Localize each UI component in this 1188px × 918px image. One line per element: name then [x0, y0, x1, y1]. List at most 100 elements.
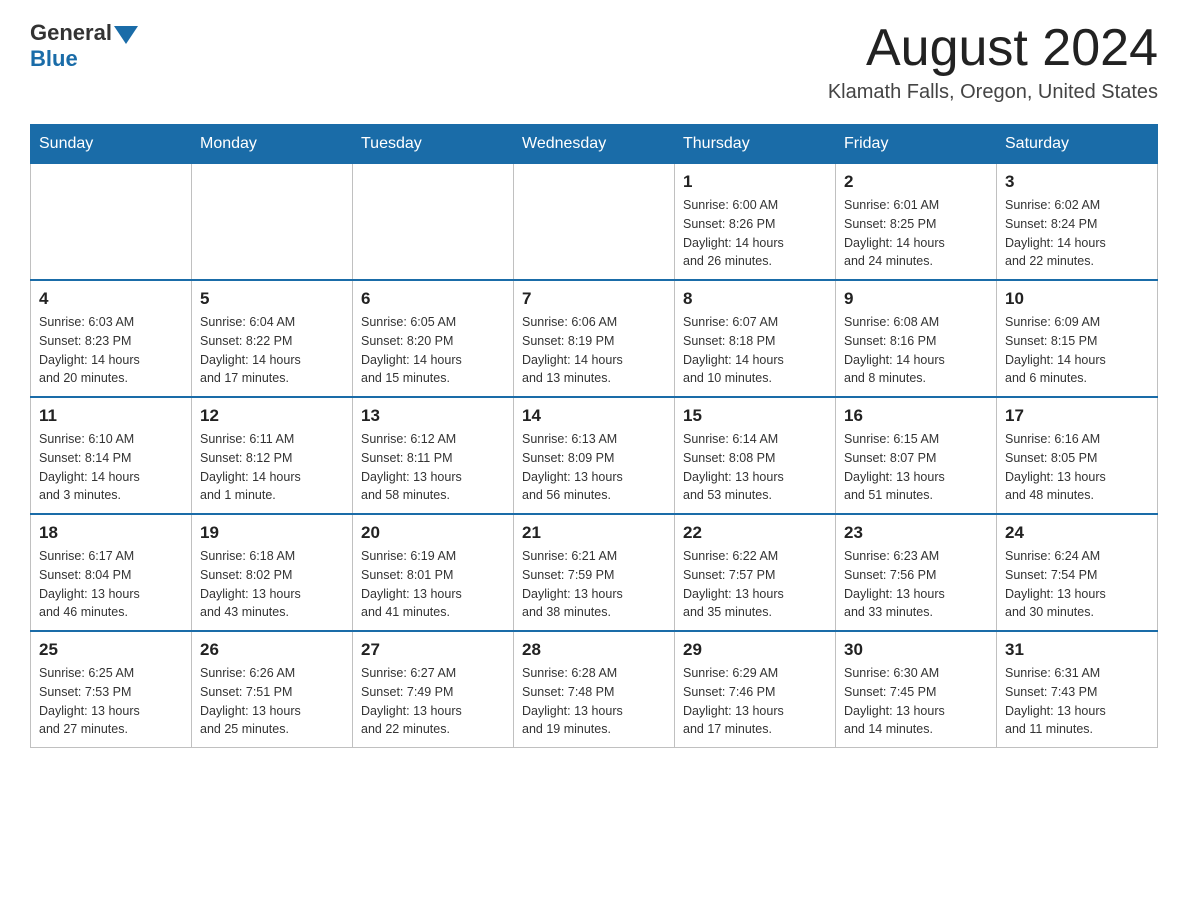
- day-info: Sunrise: 6:14 AMSunset: 8:08 PMDaylight:…: [683, 430, 827, 505]
- location-title: Klamath Falls, Oregon, United States: [828, 81, 1158, 104]
- day-number: 29: [683, 640, 827, 660]
- day-number: 11: [39, 406, 183, 426]
- calendar-day-cell: 20 Sunrise: 6:19 AMSunset: 8:01 PMDayligh…: [353, 514, 514, 631]
- day-number: 9: [844, 289, 988, 309]
- calendar-day-cell: 26 Sunrise: 6:26 AMSunset: 7:51 PMDayligh…: [192, 631, 353, 748]
- calendar-day-cell: 18Sunrise: 6:17 AMSunset: 8:04 PMDayligh…: [31, 514, 192, 631]
- day-number: 14: [522, 406, 666, 426]
- day-info: Sunrise: 6:02 AMSunset: 8:24 PMDaylight:…: [1005, 196, 1149, 271]
- calendar-day-cell: 3 Sunrise: 6:02 AMSunset: 8:24 PMDaylight…: [997, 164, 1158, 281]
- day-info: Sunrise: 6:04 AMSunset: 8:22 PMDaylight:…: [200, 313, 344, 388]
- day-info: Sunrise: 6:03 AMSunset: 8:23 PMDaylight:…: [39, 313, 183, 388]
- day-number: 20: [361, 523, 505, 543]
- day-info: Sunrise: 6:28 AMSunset: 7:48 PMDaylight:…: [522, 664, 666, 739]
- calendar-day-cell: 14 Sunrise: 6:13 AMSunset: 8:09 PMDayligh…: [514, 397, 675, 514]
- calendar-day-cell: 22 Sunrise: 6:22 AMSunset: 7:57 PMDayligh…: [675, 514, 836, 631]
- calendar-day-cell: 1 Sunrise: 6:00 AMSunset: 8:26 PMDaylight…: [675, 164, 836, 281]
- weekday-header-row: SundayMondayTuesdayWednesdayThursdayFrid…: [31, 125, 1158, 164]
- calendar-day-cell: 23 Sunrise: 6:23 AMSunset: 7:56 PMDayligh…: [836, 514, 997, 631]
- day-info: Sunrise: 6:18 AMSunset: 8:02 PMDaylight:…: [200, 547, 344, 622]
- day-number: 15: [683, 406, 827, 426]
- day-number: 23: [844, 523, 988, 543]
- calendar-day-cell: 8 Sunrise: 6:07 AMSunset: 8:18 PMDaylight…: [675, 280, 836, 397]
- calendar-week-row: 18Sunrise: 6:17 AMSunset: 8:04 PMDayligh…: [31, 514, 1158, 631]
- day-number: 22: [683, 523, 827, 543]
- calendar-day-cell: [514, 164, 675, 281]
- weekday-header-saturday: Saturday: [997, 125, 1158, 164]
- calendar-day-cell: 25 Sunrise: 6:25 AMSunset: 7:53 PMDayligh…: [31, 631, 192, 748]
- day-info: Sunrise: 6:26 AMSunset: 7:51 PMDaylight:…: [200, 664, 344, 739]
- day-number: 3: [1005, 172, 1149, 192]
- day-info: Sunrise: 6:22 AMSunset: 7:57 PMDaylight:…: [683, 547, 827, 622]
- day-number: 26: [200, 640, 344, 660]
- day-info: Sunrise: 6:30 AMSunset: 7:45 PMDaylight:…: [844, 664, 988, 739]
- calendar-day-cell: 30 Sunrise: 6:30 AMSunset: 7:45 PMDayligh…: [836, 631, 997, 748]
- day-number: 30: [844, 640, 988, 660]
- calendar-day-cell: 27 Sunrise: 6:27 AMSunset: 7:49 PMDayligh…: [353, 631, 514, 748]
- weekday-header-sunday: Sunday: [31, 125, 192, 164]
- day-info: Sunrise: 6:23 AMSunset: 7:56 PMDaylight:…: [844, 547, 988, 622]
- month-title: August 2024: [828, 20, 1158, 77]
- day-info: Sunrise: 6:00 AMSunset: 8:26 PMDaylight:…: [683, 196, 827, 271]
- day-info: Sunrise: 6:16 AMSunset: 8:05 PMDaylight:…: [1005, 430, 1149, 505]
- day-info: Sunrise: 6:08 AMSunset: 8:16 PMDaylight:…: [844, 313, 988, 388]
- day-number: 12: [200, 406, 344, 426]
- logo-triangle-icon: [114, 26, 138, 44]
- calendar-day-cell: 7 Sunrise: 6:06 AMSunset: 8:19 PMDaylight…: [514, 280, 675, 397]
- calendar-day-cell: 15 Sunrise: 6:14 AMSunset: 8:08 PMDayligh…: [675, 397, 836, 514]
- day-number: 7: [522, 289, 666, 309]
- logo-general-text: General: [30, 20, 112, 46]
- day-number: 28: [522, 640, 666, 660]
- calendar-day-cell: 12 Sunrise: 6:11 AMSunset: 8:12 PMDayligh…: [192, 397, 353, 514]
- day-info: Sunrise: 6:01 AMSunset: 8:25 PMDaylight:…: [844, 196, 988, 271]
- calendar-day-cell: 5 Sunrise: 6:04 AMSunset: 8:22 PMDaylight…: [192, 280, 353, 397]
- calendar-day-cell: [192, 164, 353, 281]
- day-info: Sunrise: 6:06 AMSunset: 8:19 PMDaylight:…: [522, 313, 666, 388]
- day-info: Sunrise: 6:25 AMSunset: 7:53 PMDaylight:…: [39, 664, 183, 739]
- day-info: Sunrise: 6:17 AMSunset: 8:04 PMDaylight:…: [39, 547, 183, 622]
- day-info: Sunrise: 6:24 AMSunset: 7:54 PMDaylight:…: [1005, 547, 1149, 622]
- day-info: Sunrise: 6:27 AMSunset: 7:49 PMDaylight:…: [361, 664, 505, 739]
- calendar-table: SundayMondayTuesdayWednesdayThursdayFrid…: [30, 124, 1158, 748]
- calendar-week-row: 25 Sunrise: 6:25 AMSunset: 7:53 PMDayligh…: [31, 631, 1158, 748]
- calendar-day-cell: 29 Sunrise: 6:29 AMSunset: 7:46 PMDayligh…: [675, 631, 836, 748]
- day-number: 25: [39, 640, 183, 660]
- day-info: Sunrise: 6:31 AMSunset: 7:43 PMDaylight:…: [1005, 664, 1149, 739]
- calendar-day-cell: 28 Sunrise: 6:28 AMSunset: 7:48 PMDayligh…: [514, 631, 675, 748]
- day-info: Sunrise: 6:13 AMSunset: 8:09 PMDaylight:…: [522, 430, 666, 505]
- calendar-day-cell: 10 Sunrise: 6:09 AMSunset: 8:15 PMDayligh…: [997, 280, 1158, 397]
- day-number: 4: [39, 289, 183, 309]
- day-number: 19: [200, 523, 344, 543]
- day-number: 1: [683, 172, 827, 192]
- day-number: 16: [844, 406, 988, 426]
- day-info: Sunrise: 6:19 AMSunset: 8:01 PMDaylight:…: [361, 547, 505, 622]
- calendar-day-cell: 16 Sunrise: 6:15 AMSunset: 8:07 PMDayligh…: [836, 397, 997, 514]
- day-info: Sunrise: 6:07 AMSunset: 8:18 PMDaylight:…: [683, 313, 827, 388]
- calendar-day-cell: 2 Sunrise: 6:01 AMSunset: 8:25 PMDaylight…: [836, 164, 997, 281]
- day-info: Sunrise: 6:11 AMSunset: 8:12 PMDaylight:…: [200, 430, 344, 505]
- day-number: 31: [1005, 640, 1149, 660]
- day-info: Sunrise: 6:15 AMSunset: 8:07 PMDaylight:…: [844, 430, 988, 505]
- day-number: 8: [683, 289, 827, 309]
- day-info: Sunrise: 6:29 AMSunset: 7:46 PMDaylight:…: [683, 664, 827, 739]
- calendar-day-cell: [31, 164, 192, 281]
- day-number: 27: [361, 640, 505, 660]
- day-number: 17: [1005, 406, 1149, 426]
- day-number: 21: [522, 523, 666, 543]
- day-info: Sunrise: 6:12 AMSunset: 8:11 PMDaylight:…: [361, 430, 505, 505]
- calendar-day-cell: 11 Sunrise: 6:10 AMSunset: 8:14 PMDayligh…: [31, 397, 192, 514]
- calendar-day-cell: 17 Sunrise: 6:16 AMSunset: 8:05 PMDayligh…: [997, 397, 1158, 514]
- weekday-header-thursday: Thursday: [675, 125, 836, 164]
- calendar-week-row: 4 Sunrise: 6:03 AMSunset: 8:23 PMDaylight…: [31, 280, 1158, 397]
- day-info: Sunrise: 6:10 AMSunset: 8:14 PMDaylight:…: [39, 430, 183, 505]
- calendar-day-cell: 31 Sunrise: 6:31 AMSunset: 7:43 PMDayligh…: [997, 631, 1158, 748]
- calendar-day-cell: 9 Sunrise: 6:08 AMSunset: 8:16 PMDaylight…: [836, 280, 997, 397]
- day-number: 10: [1005, 289, 1149, 309]
- day-number: 6: [361, 289, 505, 309]
- day-number: 5: [200, 289, 344, 309]
- day-info: Sunrise: 6:09 AMSunset: 8:15 PMDaylight:…: [1005, 313, 1149, 388]
- calendar-week-row: 11 Sunrise: 6:10 AMSunset: 8:14 PMDayligh…: [31, 397, 1158, 514]
- calendar-day-cell: [353, 164, 514, 281]
- weekday-header-friday: Friday: [836, 125, 997, 164]
- day-number: 2: [844, 172, 988, 192]
